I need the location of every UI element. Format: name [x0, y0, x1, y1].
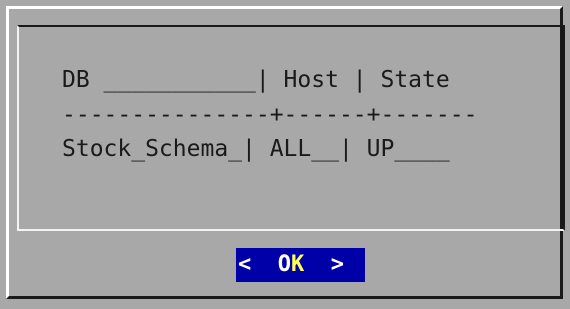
- ok-button[interactable]: < OK >: [236, 248, 365, 282]
- status-table: DB ___________| Host | State -----------…: [62, 63, 477, 167]
- ok-right-bracket: >: [330, 252, 344, 277]
- dialog-window: DB ___________| Host | State -----------…: [6, 6, 565, 299]
- table-separator: ---------------+------+-------: [62, 101, 478, 128]
- ok-label: OK: [278, 252, 305, 277]
- ok-label-first: O: [277, 252, 291, 277]
- button-bar: < OK >: [17, 231, 565, 297]
- ok-hotkey: K: [291, 252, 305, 277]
- message-box: DB ___________| Host | State -----------…: [17, 25, 565, 231]
- table-header: DB ___________| Host | State: [62, 67, 450, 93]
- ok-left-bracket: <: [238, 252, 252, 277]
- table-row: Stock_Schema_| ALL__| UP____: [62, 136, 450, 162]
